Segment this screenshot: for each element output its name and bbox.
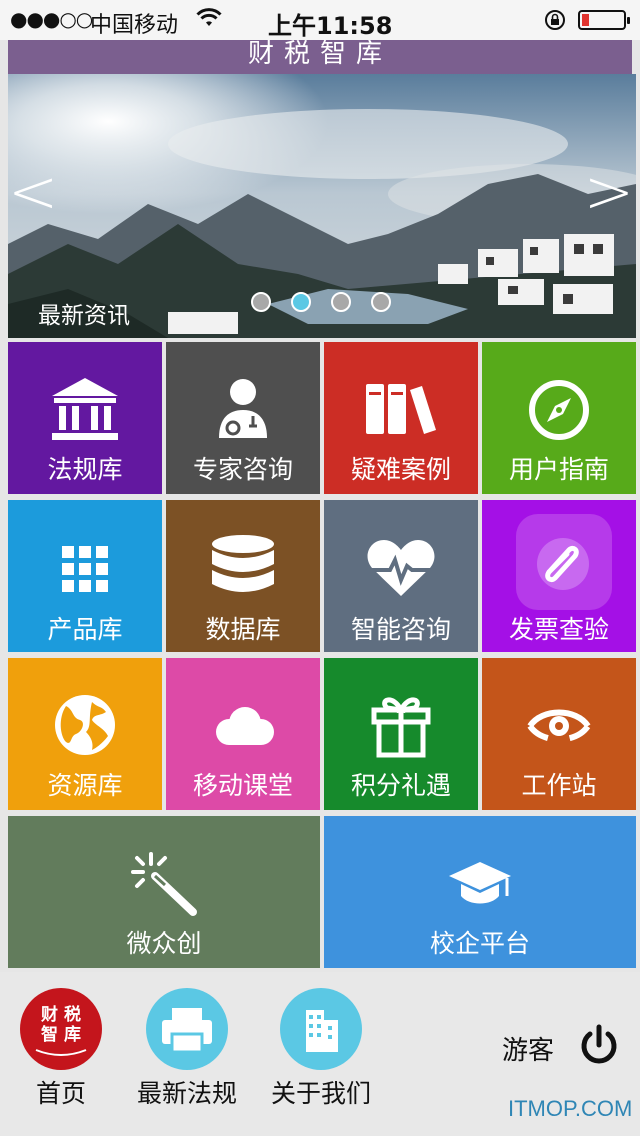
tab-label: 首页 [35,1079,86,1108]
banner-page-dot[interactable] [251,292,271,312]
banner-page-dot[interactable] [331,292,351,312]
clock: 上午11:58 [268,12,393,40]
tile-micro-innovation[interactable]: 微众创 [8,816,320,968]
grid-icon [8,546,162,592]
tile-label: 微众创 [126,929,202,958]
tile-label: 工作站 [521,771,597,800]
power-icon[interactable] [578,1024,620,1070]
tile-database[interactable]: 数据库 [166,500,320,652]
tab-latest-regulations[interactable]: 最新法规 [132,988,242,1110]
user-name: 游客 [502,1036,555,1066]
svg-text:智 库: 智 库 [41,1024,81,1045]
gift-icon [324,692,478,758]
banner-page-dot[interactable] [371,292,391,312]
eye-icon [482,702,636,750]
tile-mobile-classroom[interactable]: 移动课堂 [166,658,320,810]
tile-product-library[interactable]: 产品库 [8,500,162,652]
tile-label: 发票查验 [508,615,609,644]
tile-label: 法规库 [47,455,123,484]
tab-label: 最新法规 [136,1079,237,1108]
database-icon [166,534,320,600]
rotation-lock-icon [543,8,567,37]
tile-label: 资源库 [47,771,123,800]
doctor-icon [166,376,320,440]
status-bar: ●●●○○ 中国移动 上午11:58 [0,0,640,40]
tile-label: 积分礼遇 [350,771,451,800]
tile-law-library[interactable]: 法规库 [8,342,162,494]
bottom-tab-bar: 财 税 智 库 首页 最新法规 关于我们 游客 ITMOP.COM [0,972,640,1136]
tile-label: 智能咨询 [350,615,451,644]
tile-user-guide[interactable]: 用户指南 [482,342,636,494]
paperclip-icon [482,530,636,594]
tile-difficult-cases[interactable]: 疑难案例 [324,342,478,494]
tab-home[interactable]: 财 税 智 库 首页 [6,988,116,1110]
tile-label: 数据库 [205,615,281,644]
tile-school-enterprise[interactable]: 校企平台 [324,816,636,968]
tile-label: 校企平台 [429,929,530,958]
tile-smart-consult[interactable]: 智能咨询 [324,500,478,652]
banner-page-dot-active[interactable] [291,292,311,312]
bank-icon [8,376,162,442]
tab-label: 关于我们 [270,1079,371,1108]
graduation-cap-icon [324,858,636,908]
tile-label: 疑难案例 [350,455,451,484]
svg-text:财 税: 财 税 [40,1004,81,1025]
heartbeat-icon [324,538,478,598]
wifi-icon [196,8,222,34]
home-logo: 财 税 智 库 [22,990,100,1068]
tile-resource-library[interactable]: 资源库 [8,658,162,810]
tile-workstation[interactable]: 工作站 [482,658,636,810]
printer-icon [146,988,228,1070]
signal-strength-icon: ●●●○○ [10,7,93,31]
cloud-icon [166,706,320,746]
tile-label: 产品库 [47,615,123,644]
tile-invoice-check[interactable]: 发票查验 [482,500,636,652]
building-icon [280,988,362,1070]
tile-label: 移动课堂 [192,771,293,800]
magic-wand-icon [8,850,320,918]
carrier-name: 中国移动 [90,13,179,38]
globe-icon [8,692,162,758]
tile-points-rewards[interactable]: 积分礼遇 [324,658,478,810]
books-icon [324,382,478,436]
tab-about-us[interactable]: 关于我们 [266,988,376,1110]
logo-icon: 财 税 智 库 [20,988,102,1070]
app-root: ●●●○○ 中国移动 上午11:58 财税智库 < > 最新资讯 法规库 专家咨… [0,0,640,1136]
tile-label: 专家咨询 [192,455,293,484]
watermark: ITMOP.COM [508,1096,633,1121]
page-title: 财税智库 [8,40,632,74]
banner-prev-button[interactable]: < [8,162,58,222]
banner-carousel[interactable]: < > 最新资讯 [8,74,636,338]
battery-icon [578,10,630,30]
compass-icon [482,378,636,442]
banner-caption: 最新资讯 [38,303,130,329]
banner-next-button[interactable]: > [584,162,634,222]
tile-expert-consult[interactable]: 专家咨询 [166,342,320,494]
tile-label: 用户指南 [508,455,609,484]
